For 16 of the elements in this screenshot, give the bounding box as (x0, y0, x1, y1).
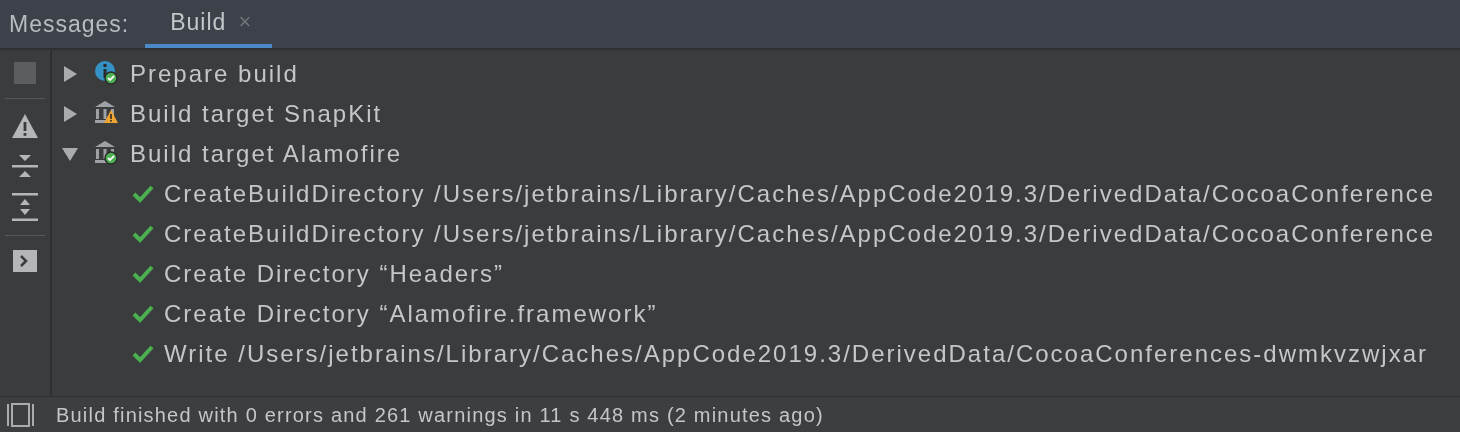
tree-item[interactable]: Build target Alamofire (130, 140, 403, 168)
expand-all-icon[interactable] (12, 193, 38, 221)
tree-item[interactable]: Prepare build (130, 60, 299, 88)
warning-icon[interactable] (11, 113, 39, 139)
tree-item[interactable]: Write /Users/jetbrains/Library/Caches/AppCode2019.3/DerivedData/CocoaConferences-dwmkvzwjxar (164, 340, 1429, 368)
tree-item[interactable]: CreateBuildDirectory /Users/jetbrains/Library/Caches/AppCode2019.3/DerivedData/CocoaConference (164, 220, 1436, 248)
console-icon[interactable] (13, 250, 37, 272)
tree-item[interactable]: Create Directory “Headers” (164, 260, 505, 288)
collapse-all-icon[interactable] (12, 153, 38, 179)
tree-item[interactable]: CreateBuildDirectory /Users/jetbrains/Library/Caches/AppCode2019.3/DerivedData/CocoaConference (164, 180, 1436, 208)
panel-toggle-icon[interactable] (6, 403, 36, 427)
panel-title: Messages: (8, 9, 131, 39)
tree-item[interactable]: Create Directory “Alamofire.framework” (164, 300, 658, 328)
status-text: Build finished with 0 errors and 261 warnings in 11 s 448 ms (2 minutes ago) (56, 403, 824, 427)
tree-item[interactable]: Build target SnapKit (130, 100, 383, 128)
build-tab[interactable]: Build × (145, 0, 273, 48)
